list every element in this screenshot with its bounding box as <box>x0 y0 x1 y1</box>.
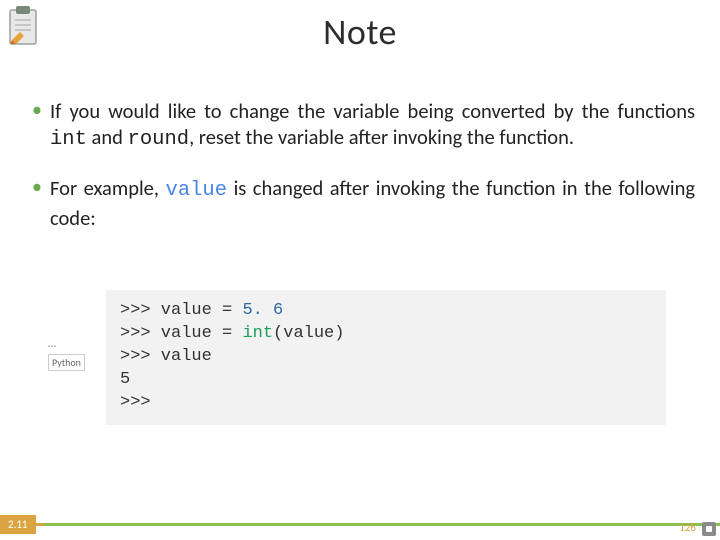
code-line: >>> value = int(value) <box>120 323 652 346</box>
code-func: int <box>242 324 273 343</box>
bullet-text: , reset the variable after invoking the … <box>189 124 574 150</box>
repl-prompt: >>> <box>120 301 151 320</box>
code-number: 5. 6 <box>242 301 283 320</box>
code-line: >>> value = 5. 6 <box>120 300 652 323</box>
repl-prompt: >>> <box>120 393 151 412</box>
python-badge: … Python <box>48 338 98 371</box>
bullet-text: For example, <box>50 175 166 201</box>
code-line: >>> value <box>120 346 652 369</box>
code-text: value <box>151 347 212 366</box>
code-line: 5 <box>120 369 652 392</box>
code-text: value = <box>151 324 243 343</box>
bullet-item: For example, value is changed after invo… <box>30 175 695 230</box>
section-number: 2.11 <box>0 515 36 534</box>
code-inline-value: value <box>166 179 228 202</box>
badge-dots: … <box>48 338 98 350</box>
badge-label: Python <box>48 354 85 371</box>
code-output: 5 <box>120 370 130 389</box>
bullet-item: If you would like to change the variable… <box>30 98 695 153</box>
page-number: 126 <box>679 521 696 534</box>
bullet-list: If you would like to change the variable… <box>30 98 695 253</box>
repl-prompt: >>> <box>120 347 151 366</box>
code-text: value = <box>151 301 243 320</box>
bullet-text: and <box>87 124 128 150</box>
repl-prompt: >>> <box>120 324 151 343</box>
code-block: >>> value = 5. 6 >>> value = int(value) … <box>106 290 666 425</box>
slide-title: Note <box>0 10 720 54</box>
code-inline: int <box>50 128 87 151</box>
code-text: (value) <box>273 324 344 343</box>
corner-icon <box>702 522 716 536</box>
bullet-text: If you would like to change the variable… <box>50 98 695 124</box>
code-inline: round <box>128 128 190 151</box>
code-line: >>> <box>120 392 652 415</box>
footer-divider <box>0 523 720 526</box>
slide: Note If you would like to change the var… <box>0 0 720 540</box>
